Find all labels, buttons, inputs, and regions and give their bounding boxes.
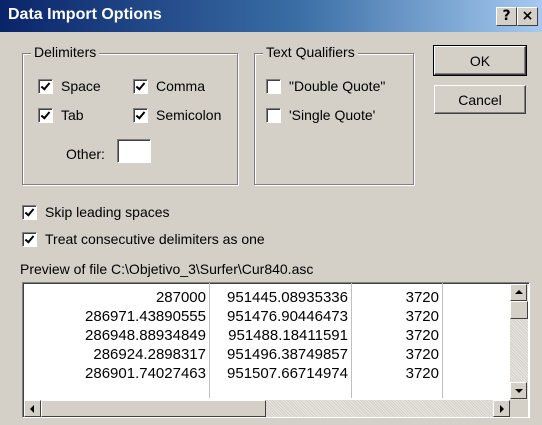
preview-label: Preview of file C:\Objetivo_3\Surfer\Cur… (20, 261, 314, 277)
horizontal-scroll-thumb[interactable] (41, 400, 266, 417)
single-quote-checkbox-row[interactable]: 'Single Quote' (266, 107, 375, 123)
window-title: Data Import Options (8, 6, 162, 23)
preview-grid[interactable]: 287000 951445.08935336 3720 286971.43890… (22, 282, 530, 418)
consecutive-delimiters-checkbox[interactable] (22, 231, 37, 247)
double-quote-label: "Double Quote" (289, 78, 386, 94)
text-qualifiers-legend: Text Qualifiers (263, 44, 358, 60)
preview-cell: 286901.74027463 (85, 365, 206, 382)
single-quote-label: 'Single Quote' (289, 107, 376, 123)
space-checkbox-row[interactable]: Space (38, 78, 101, 94)
ok-button[interactable]: OK (433, 45, 527, 76)
column-divider (209, 283, 210, 398)
double-quote-checkbox-row[interactable]: "Double Quote" (266, 78, 385, 94)
up-arrow-icon (515, 290, 523, 294)
single-quote-checkbox[interactable] (266, 107, 281, 123)
preview-cell: 3720 (405, 346, 439, 363)
title-bar[interactable]: Data Import Options ? × (0, 0, 542, 32)
other-label: Other: (66, 146, 105, 162)
scroll-left-button[interactable] (24, 400, 41, 417)
tab-label: Tab (61, 107, 84, 123)
comma-checkbox[interactable] (133, 78, 148, 94)
close-button[interactable]: × (517, 7, 538, 26)
delimiters-legend: Delimiters (31, 44, 100, 60)
consecutive-delimiters-row[interactable]: Treat consecutive delimiters as one (22, 231, 265, 247)
semicolon-checkbox[interactable] (133, 107, 148, 123)
preview-cell: 3720 (405, 327, 439, 344)
right-arrow-icon (500, 405, 504, 413)
preview-cell: 951476.90446473 (227, 308, 348, 325)
other-delimiter-input[interactable] (117, 139, 151, 163)
scroll-down-button[interactable] (510, 382, 527, 399)
preview-cell: 951445.08935336 (227, 289, 348, 306)
skip-leading-spaces-checkbox[interactable] (22, 204, 37, 220)
skip-leading-spaces-label: Skip leading spaces (45, 204, 170, 220)
double-quote-checkbox[interactable] (266, 78, 281, 94)
semicolon-label: Semicolon (156, 107, 222, 123)
preview-cell: 951488.18411591 (228, 327, 348, 344)
preview-cell: 3720 (405, 308, 439, 325)
horizontal-scrollbar[interactable] (24, 400, 510, 417)
scroll-right-button[interactable] (493, 400, 510, 417)
vertical-scroll-thumb[interactable] (510, 301, 528, 319)
preview-cell: 286924.2898317 (93, 346, 206, 363)
tab-checkbox-row[interactable]: Tab (38, 107, 84, 123)
preview-cell: 286971.43890555 (85, 308, 206, 325)
consecutive-delimiters-label: Treat consecutive delimiters as one (45, 231, 265, 247)
preview-cell: 951496.38749857 (227, 346, 348, 363)
semicolon-checkbox-row[interactable]: Semicolon (133, 107, 221, 123)
help-button[interactable]: ? (496, 7, 517, 26)
comma-label: Comma (156, 78, 206, 94)
preview-cell: 3720 (405, 365, 439, 382)
preview-cell: 287000 (155, 289, 206, 306)
vertical-scrollbar[interactable] (510, 284, 528, 400)
scroll-up-button[interactable] (510, 284, 527, 301)
comma-checkbox-row[interactable]: Comma (133, 78, 205, 94)
scrollbar-corner (510, 400, 528, 417)
preview-cell: 286948.88934849 (85, 327, 206, 344)
column-divider (442, 283, 443, 398)
cancel-button[interactable]: Cancel (434, 85, 526, 114)
column-divider (351, 283, 352, 398)
preview-cell: 3720 (405, 289, 439, 306)
preview-cell: 951507.66714974 (227, 365, 348, 382)
down-arrow-icon (515, 389, 523, 393)
space-label: Space (61, 78, 101, 94)
skip-leading-spaces-row[interactable]: Skip leading spaces (22, 204, 170, 220)
tab-checkbox[interactable] (38, 107, 53, 123)
left-arrow-icon (30, 405, 34, 413)
space-checkbox[interactable] (38, 78, 53, 94)
